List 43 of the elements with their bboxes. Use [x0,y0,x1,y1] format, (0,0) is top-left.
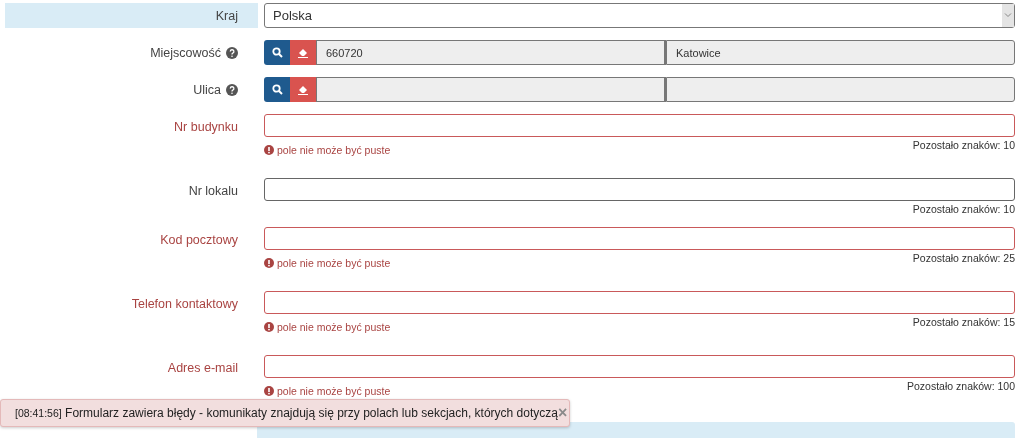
error-message: pole nie może być puste [277,144,391,156]
search-button[interactable] [264,77,290,102]
help-icon[interactable] [226,83,238,96]
error-icon [264,322,274,332]
name-field[interactable] [666,77,1015,102]
field-label: Miejscowość [150,45,221,60]
search-icon [271,47,283,58]
error-message: pole nie może być puste [277,385,391,397]
character-counter: Pozostało znaków: 25 [912,252,1015,264]
code-field[interactable] [316,77,666,102]
field-label: Nr lokalu [188,183,238,198]
field-label: Adres e-mail [167,360,238,375]
help-icon[interactable] [226,46,238,59]
toast-message: [08:41:56] Formularz zawiera błędy - komunikaty znajdują się przy polach lub sekcjach, których dotyczą [15,406,558,420]
clear-button[interactable] [290,77,316,102]
name-field[interactable]: Katowice [666,40,1015,65]
clear-button[interactable] [290,40,316,65]
country-select[interactable]: Polska [264,3,1015,28]
search-button[interactable] [264,40,290,65]
error-icon [264,386,274,396]
character-counter: Pozostało znaków: 10 [912,139,1015,151]
character-counter: Pozostało znaków: 100 [907,380,1015,392]
field-label: Kod pocztowy [160,232,238,247]
text-input[interactable] [264,114,1015,137]
error-message: pole nie może być puste [277,321,391,333]
character-counter: Pozostało znaków: 15 [912,316,1015,328]
error-icon [264,145,274,155]
field-label: Kraj [215,8,238,23]
search-icon [271,84,283,95]
field-label: Telefon kontaktowy [131,296,238,311]
text-input[interactable] [264,178,1015,201]
field-label: Ulica [193,82,221,97]
character-counter: Pozostało znaków: 10 [912,203,1015,215]
caret-icon [1002,4,1014,27]
text-input[interactable] [264,291,1015,314]
field-label: Nr budynku [174,119,238,134]
error-message: pole nie może być puste [277,257,391,269]
eraser-icon [297,84,309,95]
eraser-icon [297,47,309,58]
text-input[interactable] [264,227,1015,250]
error-icon [264,258,274,268]
code-field[interactable]: 660720 [316,40,666,65]
text-input[interactable] [264,355,1015,378]
